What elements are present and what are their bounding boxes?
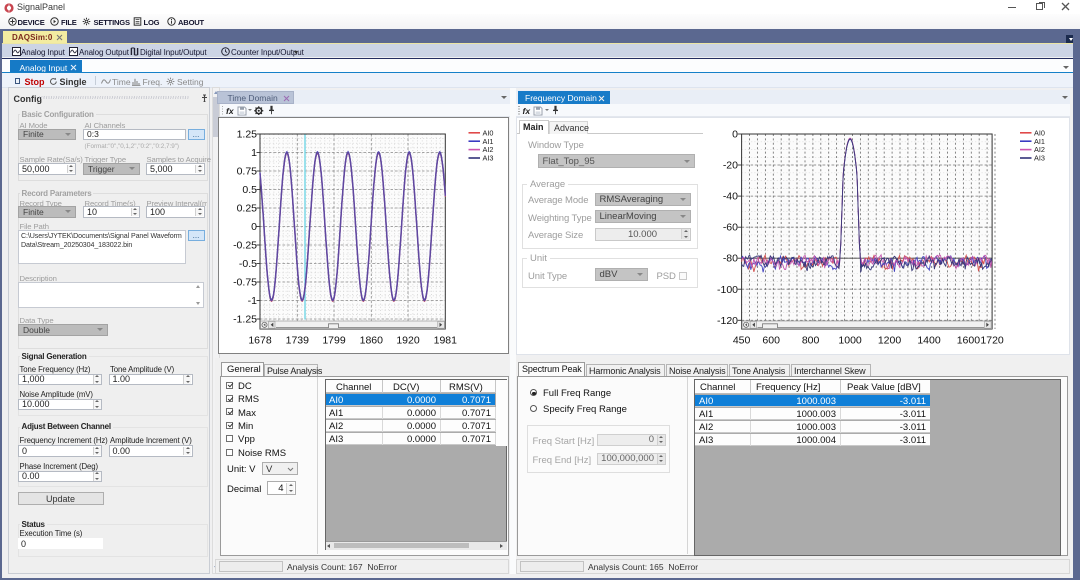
svg-text:-60: -60 [723,222,738,234]
svg-text:1678: 1678 [248,335,272,347]
svg-text:1200: 1200 [878,335,902,347]
svg-text:800: 800 [802,335,820,347]
svg-text:-1.25: -1.25 [233,314,257,326]
svg-text:0.5: 0.5 [242,184,257,196]
svg-text:1.25: 1.25 [236,129,257,141]
svg-text:-1: -1 [247,295,256,307]
svg-text:1720: 1720 [980,335,1004,347]
svg-text:-100: -100 [717,284,738,296]
svg-text:0: 0 [251,221,257,233]
svg-text:1860: 1860 [359,335,383,347]
svg-text:-0.25: -0.25 [233,240,257,252]
svg-text:1: 1 [251,147,257,159]
svg-text:-0.5: -0.5 [238,258,256,270]
svg-text:1920: 1920 [396,335,420,347]
svg-text:1600: 1600 [957,335,981,347]
svg-text:1739: 1739 [285,335,309,347]
svg-text:1000: 1000 [838,335,862,347]
svg-text:-0.75: -0.75 [233,277,257,289]
svg-text:600: 600 [762,335,780,347]
svg-text:0.25: 0.25 [236,203,257,215]
svg-text:0.75: 0.75 [236,166,257,178]
svg-text:0: 0 [732,129,738,141]
svg-text:AI3: AI3 [482,154,493,163]
svg-text:-120: -120 [717,315,738,327]
svg-text:-40: -40 [723,191,738,203]
svg-text:1981: 1981 [433,335,457,347]
svg-text:-80: -80 [723,253,738,265]
svg-text:-20: -20 [723,160,738,172]
svg-text:1799: 1799 [322,335,346,347]
svg-text:1400: 1400 [917,335,941,347]
svg-text:450: 450 [733,335,751,347]
svg-text:AI3: AI3 [1034,154,1045,163]
